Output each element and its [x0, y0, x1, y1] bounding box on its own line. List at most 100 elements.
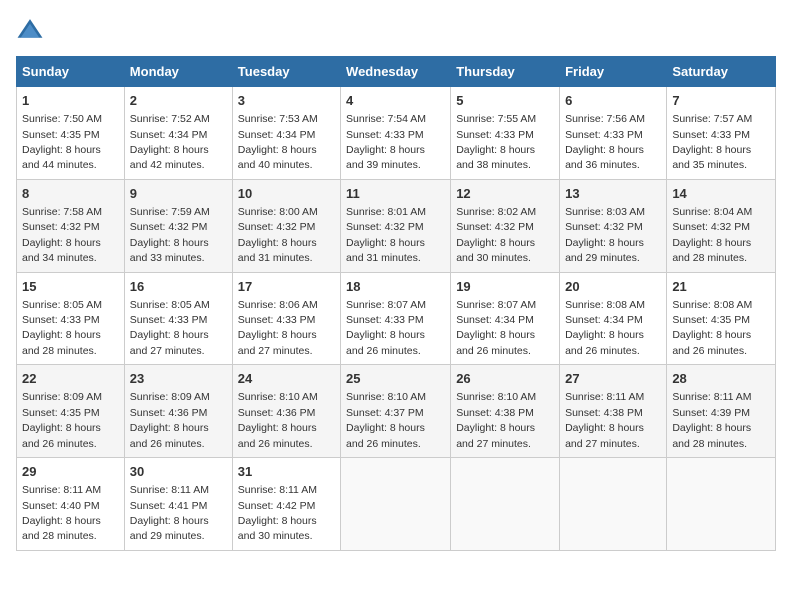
week-row-2: 8 Sunrise: 7:58 AMSunset: 4:32 PMDaylight… [17, 179, 776, 272]
day-cell: 26 Sunrise: 8:10 AMSunset: 4:38 PMDayligh… [451, 365, 560, 458]
day-number: 15 [22, 278, 119, 296]
day-cell: 1 Sunrise: 7:50 AMSunset: 4:35 PMDaylight… [17, 87, 125, 180]
day-number: 4 [346, 92, 445, 110]
day-number: 20 [565, 278, 661, 296]
day-number: 19 [456, 278, 554, 296]
day-number: 6 [565, 92, 661, 110]
day-number: 3 [238, 92, 335, 110]
day-info: Sunrise: 8:03 AMSunset: 4:32 PMDaylight:… [565, 206, 645, 264]
day-number: 14 [672, 185, 770, 203]
day-number: 2 [130, 92, 227, 110]
day-info: Sunrise: 8:10 AMSunset: 4:36 PMDaylight:… [238, 391, 318, 449]
logo [16, 16, 48, 44]
day-number: 24 [238, 370, 335, 388]
day-info: Sunrise: 7:50 AMSunset: 4:35 PMDaylight:… [22, 113, 102, 171]
day-cell: 6 Sunrise: 7:56 AMSunset: 4:33 PMDaylight… [560, 87, 667, 180]
calendar-table: SundayMondayTuesdayWednesdayThursdayFrid… [16, 56, 776, 551]
day-info: Sunrise: 8:09 AMSunset: 4:36 PMDaylight:… [130, 391, 210, 449]
day-number: 7 [672, 92, 770, 110]
day-info: Sunrise: 7:58 AMSunset: 4:32 PMDaylight:… [22, 206, 102, 264]
day-info: Sunrise: 8:09 AMSunset: 4:35 PMDaylight:… [22, 391, 102, 449]
day-number: 25 [346, 370, 445, 388]
col-header-saturday: Saturday [667, 57, 776, 87]
day-cell: 23Sunrise: 8:09 AMSunset: 4:36 PMDayligh… [124, 365, 232, 458]
day-cell: 12Sunrise: 8:02 AMSunset: 4:32 PMDayligh… [451, 179, 560, 272]
day-number: 26 [456, 370, 554, 388]
day-cell: 30 Sunrise: 8:11 AMSunset: 4:41 PMDayligh… [124, 458, 232, 551]
day-info: Sunrise: 8:11 AMSunset: 4:42 PMDaylight:… [238, 484, 317, 542]
day-number: 5 [456, 92, 554, 110]
day-number: 31 [238, 463, 335, 481]
day-cell: 31 Sunrise: 8:11 AMSunset: 4:42 PMDayligh… [232, 458, 340, 551]
day-info: Sunrise: 8:07 AMSunset: 4:33 PMDaylight:… [346, 299, 426, 357]
day-cell: 2 Sunrise: 7:52 AMSunset: 4:34 PMDaylight… [124, 87, 232, 180]
col-header-wednesday: Wednesday [341, 57, 451, 87]
day-info: Sunrise: 8:06 AMSunset: 4:33 PMDaylight:… [238, 299, 318, 357]
day-cell: 5Sunrise: 7:55 AMSunset: 4:33 PMDaylight… [451, 87, 560, 180]
day-cell [560, 458, 667, 551]
day-number: 22 [22, 370, 119, 388]
day-cell: 4 Sunrise: 7:54 AMSunset: 4:33 PMDaylight… [341, 87, 451, 180]
week-row-1: 1 Sunrise: 7:50 AMSunset: 4:35 PMDaylight… [17, 87, 776, 180]
day-number: 29 [22, 463, 119, 481]
col-header-thursday: Thursday [451, 57, 560, 87]
day-number: 13 [565, 185, 661, 203]
day-info: Sunrise: 8:11 AMSunset: 4:40 PMDaylight:… [22, 484, 101, 542]
day-number: 18 [346, 278, 445, 296]
day-number: 9 [130, 185, 227, 203]
day-number: 21 [672, 278, 770, 296]
day-cell: 22 Sunrise: 8:09 AMSunset: 4:35 PMDayligh… [17, 365, 125, 458]
day-cell: 17 Sunrise: 8:06 AMSunset: 4:33 PMDayligh… [232, 272, 340, 365]
day-info: Sunrise: 8:00 AMSunset: 4:32 PMDaylight:… [238, 206, 318, 264]
day-number: 28 [672, 370, 770, 388]
day-cell: 27 Sunrise: 8:11 AMSunset: 4:38 PMDayligh… [560, 365, 667, 458]
day-cell: 25 Sunrise: 8:10 AMSunset: 4:37 PMDayligh… [341, 365, 451, 458]
day-cell: 3Sunrise: 7:53 AMSunset: 4:34 PMDaylight… [232, 87, 340, 180]
day-info: Sunrise: 7:54 AMSunset: 4:33 PMDaylight:… [346, 113, 426, 171]
day-cell: 13 Sunrise: 8:03 AMSunset: 4:32 PMDayligh… [560, 179, 667, 272]
day-cell: 20 Sunrise: 8:08 AMSunset: 4:34 PMDayligh… [560, 272, 667, 365]
day-cell: 7Sunrise: 7:57 AMSunset: 4:33 PMDaylight… [667, 87, 776, 180]
day-cell: 21Sunrise: 8:08 AMSunset: 4:35 PMDayligh… [667, 272, 776, 365]
day-info: Sunrise: 8:11 AMSunset: 4:39 PMDaylight:… [672, 391, 751, 449]
day-info: Sunrise: 8:01 AMSunset: 4:32 PMDaylight:… [346, 206, 426, 264]
day-number: 30 [130, 463, 227, 481]
week-row-3: 15 Sunrise: 8:05 AMSunset: 4:33 PMDayligh… [17, 272, 776, 365]
day-info: Sunrise: 7:59 AMSunset: 4:32 PMDaylight:… [130, 206, 210, 264]
day-cell [667, 458, 776, 551]
header [16, 16, 776, 44]
col-header-tuesday: Tuesday [232, 57, 340, 87]
col-header-monday: Monday [124, 57, 232, 87]
day-info: Sunrise: 8:11 AMSunset: 4:41 PMDaylight:… [130, 484, 209, 542]
day-cell: 16Sunrise: 8:05 AMSunset: 4:33 PMDayligh… [124, 272, 232, 365]
day-number: 17 [238, 278, 335, 296]
col-header-friday: Friday [560, 57, 667, 87]
day-info: Sunrise: 7:56 AMSunset: 4:33 PMDaylight:… [565, 113, 645, 171]
day-number: 10 [238, 185, 335, 203]
day-info: Sunrise: 8:08 AMSunset: 4:34 PMDaylight:… [565, 299, 645, 357]
day-info: Sunrise: 8:10 AMSunset: 4:38 PMDaylight:… [456, 391, 536, 449]
day-cell: 8 Sunrise: 7:58 AMSunset: 4:32 PMDaylight… [17, 179, 125, 272]
day-cell: 15 Sunrise: 8:05 AMSunset: 4:33 PMDayligh… [17, 272, 125, 365]
day-info: Sunrise: 8:10 AMSunset: 4:37 PMDaylight:… [346, 391, 426, 449]
week-row-4: 22 Sunrise: 8:09 AMSunset: 4:35 PMDayligh… [17, 365, 776, 458]
day-cell [451, 458, 560, 551]
day-info: Sunrise: 8:05 AMSunset: 4:33 PMDaylight:… [22, 299, 102, 357]
day-number: 27 [565, 370, 661, 388]
day-number: 11 [346, 185, 445, 203]
day-cell: 19 Sunrise: 8:07 AMSunset: 4:34 PMDayligh… [451, 272, 560, 365]
day-cell: 9 Sunrise: 7:59 AMSunset: 4:32 PMDaylight… [124, 179, 232, 272]
day-cell [341, 458, 451, 551]
day-cell: 10 Sunrise: 8:00 AMSunset: 4:32 PMDayligh… [232, 179, 340, 272]
day-number: 12 [456, 185, 554, 203]
day-number: 16 [130, 278, 227, 296]
day-info: Sunrise: 8:07 AMSunset: 4:34 PMDaylight:… [456, 299, 536, 357]
day-cell: 14 Sunrise: 8:04 AMSunset: 4:32 PMDayligh… [667, 179, 776, 272]
day-number: 8 [22, 185, 119, 203]
day-info: Sunrise: 8:04 AMSunset: 4:32 PMDaylight:… [672, 206, 752, 264]
day-info: Sunrise: 7:52 AMSunset: 4:34 PMDaylight:… [130, 113, 210, 171]
day-cell: 11 Sunrise: 8:01 AMSunset: 4:32 PMDayligh… [341, 179, 451, 272]
col-header-sunday: Sunday [17, 57, 125, 87]
day-info: Sunrise: 8:11 AMSunset: 4:38 PMDaylight:… [565, 391, 644, 449]
day-number: 1 [22, 92, 119, 110]
